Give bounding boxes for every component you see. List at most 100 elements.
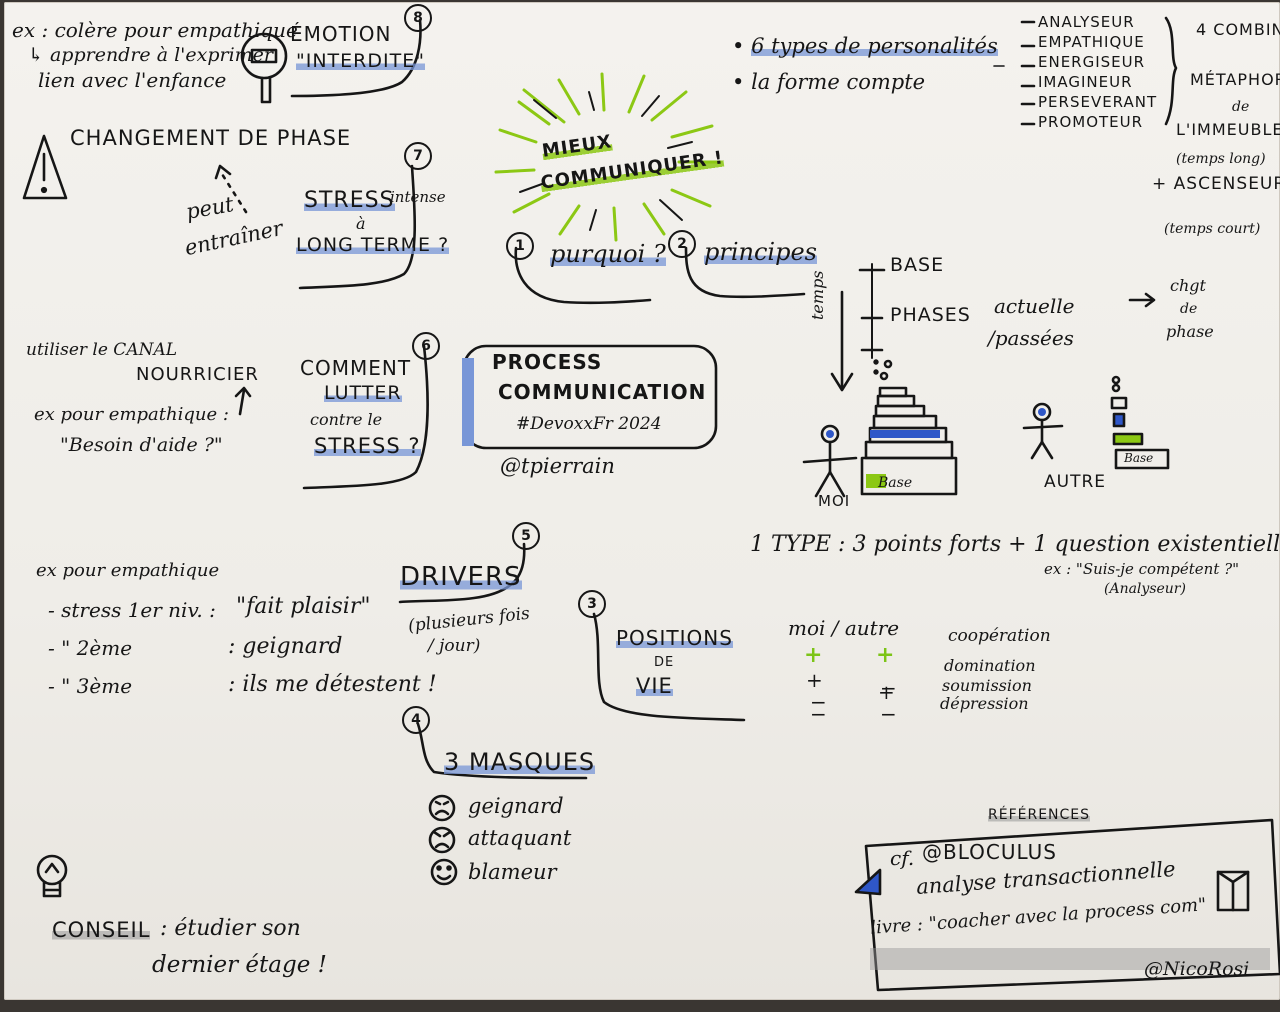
drivers-label: DRIVERS [400,562,522,592]
temps-court-label: (temps court) [1164,221,1261,237]
type-analyseur: ANALYSEUR [1038,13,1135,31]
references-handle: @BLOCULUS [922,840,1057,864]
sketchnote-paper: ex : colère pour empathique ↳ apprendre … [4,2,1280,1000]
drivers-example-l3b: : ils me détestent ! [228,672,437,697]
comment-label: COMMENT [300,356,412,380]
type-energiseur: ENERGISEUR [1038,53,1146,71]
position-row1-label: coopération [948,626,1051,646]
immeuble-label: L'IMMEUBLE [1176,120,1280,139]
position-row4-label: dépression [940,694,1029,713]
signature: @NicoRosi [1144,958,1250,980]
drivers-example-l1b: "fait plaisir" [236,594,371,619]
section-number-8: 8 [404,4,432,32]
chgt-label: chgt [1170,276,1206,295]
types-list: ANALYSEUR EMPATHIQUE ENERGISEUR IMAGINEU… [1038,12,1157,132]
metaphore-label: MÉTAPHORE [1190,70,1280,89]
vie-label: VIE [636,674,673,698]
canal-ex2: "Besoin d'aide ?" [60,434,223,456]
section-number-1: 1 [506,232,534,260]
drivers-example-l2b: : geignard [228,634,343,659]
lightbulb-sketch [36,854,68,898]
one-type-example: ex : "Suis-je compétent ?" [1044,560,1240,578]
speaker-handle: @tpierrain [500,454,615,478]
position-row2-label: domination [944,656,1036,675]
passees-label: /passées [988,326,1074,350]
stress-a: à [356,214,366,233]
one-type-example-type: (Analyseur) [1104,581,1186,597]
position-row2-moi: + [806,668,823,692]
conseil-line2: dernier étage ! [152,952,327,978]
emotion-interdite: "INTERDITE" [296,50,425,72]
section-number-4: 4 [402,706,430,734]
base-autre-label: Base [1124,451,1154,465]
types-bullet1: • 6 types de personalités [732,34,998,58]
lutter-label: LUTTER [324,382,402,404]
process-label: PROCESS [492,350,603,374]
positions-label: POSITIONS [616,626,733,650]
drivers-note2: / jour) [428,636,481,656]
types-bullet2: • la forme compte [732,70,926,94]
ascenseur-label: + ASCENSEUR [1152,174,1280,194]
drivers-example-title: ex pour empathique [36,560,220,581]
type-promoteur: PROMOTEUR [1038,113,1144,131]
canal-ex1: ex pour empathique : [34,404,229,425]
position-row4-autre: − [880,702,897,726]
stress-intense: intense [390,188,446,206]
person-moi [802,424,858,498]
emotion-example-line2: ↳ apprendre à l'exprimer [28,44,273,66]
section-number-2: 2 [668,230,696,258]
canal-line2: NOURRICIER [136,364,259,385]
contre-le-label: contre le [310,410,383,429]
position-row1-moi: + [804,642,823,668]
section-number-6: 6 [412,332,440,360]
conseil-line1: : étudier son [160,916,301,941]
drivers-example-l2a: - " 2ème [48,636,133,660]
base-moi-label: Base [878,475,913,491]
phases-label: PHASES [890,304,971,326]
stress-long-terme: LONG TERME ? [296,234,450,256]
section-number-7: 7 [404,142,432,170]
actuelle-label: actuelle [994,294,1075,318]
conseil-label: CONSEIL [52,918,151,942]
temps-long-label: (temps long) [1176,151,1266,167]
masque-blameur: blameur [468,860,557,884]
position-row3-label: soumission [942,676,1032,695]
one-type-line: 1 TYPE : 3 points forts + 1 question exi… [750,532,1280,557]
type-imagineur: IMAGINEUR [1038,73,1133,91]
masques-title: 3 MASQUES [444,748,596,776]
stress-question-label: STRESS ? [314,434,421,458]
position-row3-autre: + [878,680,895,704]
de-label: de [1232,99,1250,115]
autre-label: AUTRE [1044,472,1107,492]
purquoi-label: purquoi ? [550,240,666,268]
sketch-lines [22,16,1280,992]
drivers-example-l1a: - stress 1er niv. : [48,598,216,622]
drivers-example-l3a: - " 3ème [48,674,133,698]
mask-faces [428,794,458,886]
hashtag-label: #DevoxxFr 2024 [516,414,662,434]
communication-label: COMMUNICATION [498,380,707,404]
temps-label: temps [808,270,827,320]
references-title: RÉFÉRENCES [988,807,1091,823]
base-label: BASE [890,254,945,276]
position-row4-moi: − [810,702,827,726]
position-row1-autre: + [876,642,895,668]
emotion-title: ÉMOTION [290,22,392,46]
stress-title: STRESS [304,188,395,213]
principes-label: principes [704,238,817,266]
canal-line1: utiliser le CANAL [26,340,178,360]
moi-label: MOI [818,492,851,510]
emotion-example-line3: lien avec l'enfance [38,68,227,92]
positions-header: moi / autre [788,616,900,640]
section-number-5: 5 [512,522,540,550]
type-perseverant: PERSEVERANT [1038,93,1158,111]
type-empathique: EMPATHIQUE [1038,33,1145,51]
references-cf: cf. [890,846,915,870]
masque-geignard: geignard [468,794,564,818]
chgt-de-label: de [1180,301,1198,317]
masque-attaquant: attaquant [468,826,572,850]
chgt-phase-label: phase [1166,322,1214,341]
section-number-3: 3 [578,590,606,618]
de-vie-de: DE [654,655,675,670]
changement-de-phase: CHANGEMENT DE PHASE [70,126,352,150]
